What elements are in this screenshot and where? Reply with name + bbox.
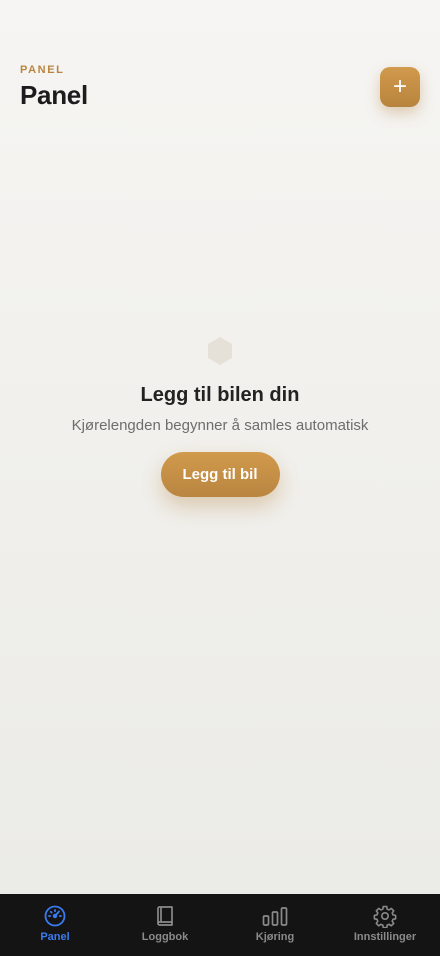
gear-icon — [373, 905, 397, 928]
tab-loggbok[interactable]: Loggbok — [110, 894, 220, 956]
tab-label: Innstillinger — [353, 931, 417, 943]
tab-label: Loggbok — [141, 931, 189, 943]
hexagon-icon — [208, 337, 232, 365]
tab-innstillinger[interactable]: Innstillinger — [330, 894, 440, 956]
tab-kjoring[interactable]: Kjøring — [220, 894, 330, 956]
page-title: Panel — [20, 80, 88, 110]
bar-chart-icon — [262, 907, 288, 926]
tab-panel[interactable]: Panel — [0, 894, 110, 956]
empty-state: Legg til bilen din Kjørelengden begynner… — [0, 336, 440, 497]
page-eyebrow: PANEL — [20, 64, 65, 76]
speedometer-icon — [44, 905, 66, 927]
tab-bar: Panel Loggbok Kjøring Innstillinger — [0, 894, 440, 956]
tab-label: Kjøring — [255, 931, 295, 943]
page-header: PANEL Panel — [20, 64, 88, 111]
add-car-button[interactable]: Legg til bil — [160, 452, 280, 497]
add-button[interactable]: + — [380, 67, 420, 107]
tab-label: Panel — [40, 931, 70, 943]
empty-state-subtitle: Kjørelengden begynner å samles automatis… — [71, 417, 369, 434]
book-icon — [157, 906, 173, 926]
empty-state-title: Legg til bilen din — [140, 384, 300, 406]
plus-icon: + — [392, 73, 407, 100]
